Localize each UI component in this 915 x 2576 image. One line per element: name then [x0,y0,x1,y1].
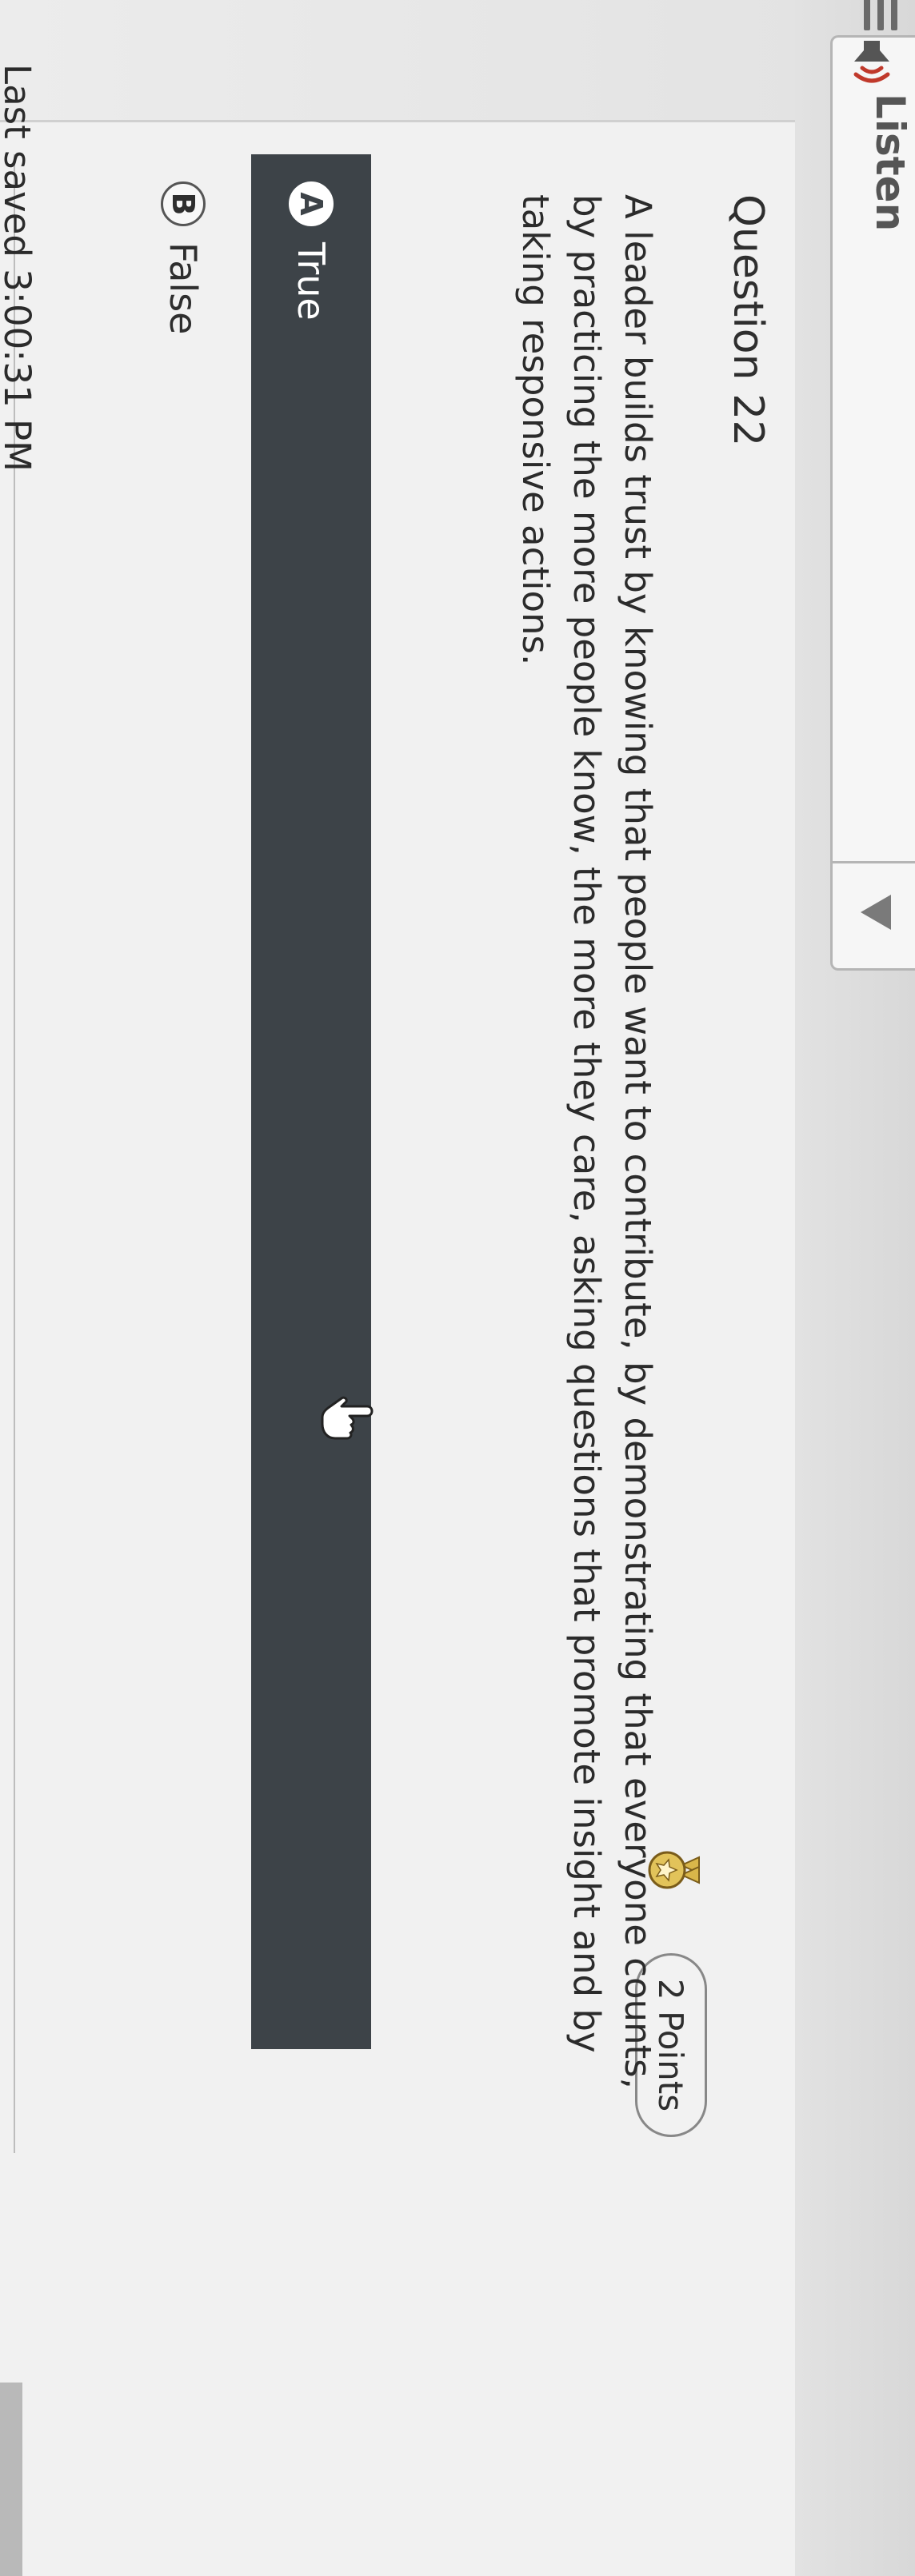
listen-divider [833,861,915,863]
question-title: Question 22 [724,194,772,447]
play-icon[interactable] [861,895,891,930]
speaker-icon [853,41,890,83]
choice-letter: A [289,181,334,226]
cursor-icon [321,1396,374,1440]
listen-button[interactable]: Listen [830,35,915,971]
choice-a-true[interactable]: A True [251,154,371,2049]
question-card: Question 22 2 Points A leader builds tru… [0,120,795,2576]
menu-icon[interactable] [849,0,897,30]
listen-label: Listen [867,94,913,232]
question-prompt: A leader builds trust by knowing that pe… [514,194,659,2089]
choice-letter: B [161,181,206,226]
scroll-handle[interactable] [0,2383,22,2576]
choice-label: False [162,242,205,335]
last-saved-status: Last saved 3:00:31 PM [0,64,38,472]
choice-label: True [290,242,333,321]
top-toolbar: Listen [795,0,915,2576]
quiz-page: Listen Question 22 2 Points A leader bui… [0,0,915,2576]
choice-b-false[interactable]: B False [135,154,231,2049]
